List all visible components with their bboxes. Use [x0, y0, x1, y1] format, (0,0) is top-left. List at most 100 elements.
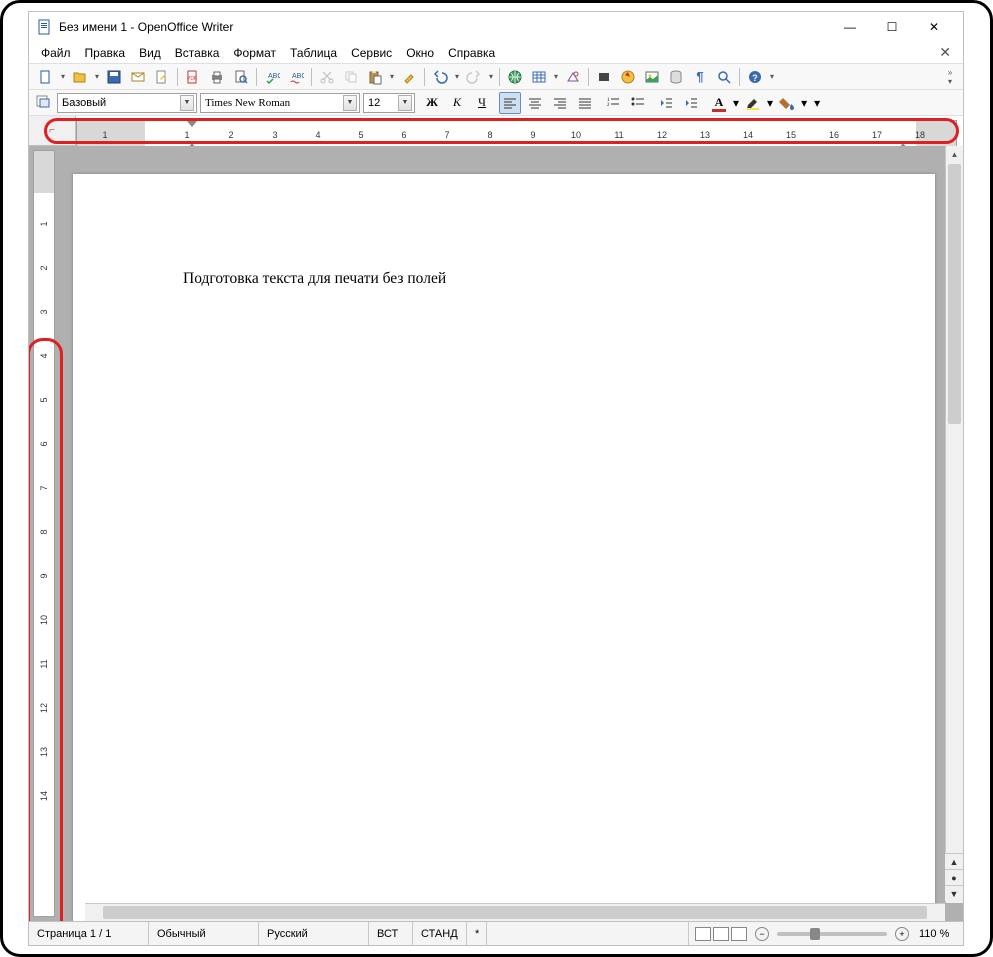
dropdown-icon: ▼ [343, 95, 357, 111]
paste-dropdown[interactable]: ▾ [388, 66, 396, 88]
menu-window[interactable]: Окно [400, 44, 440, 62]
datasource-button[interactable] [665, 66, 687, 88]
insert-mode-cell[interactable]: ВСТ [369, 922, 413, 945]
cut-button[interactable] [316, 66, 338, 88]
bold-button[interactable]: Ж [421, 92, 443, 114]
paste-button[interactable] [364, 66, 386, 88]
table-dropdown[interactable]: ▾ [552, 66, 560, 88]
font-color-button[interactable]: A [708, 92, 730, 114]
zoom-out-button[interactable]: − [755, 927, 769, 941]
numbered-list-button[interactable]: 12 [602, 92, 624, 114]
horizontal-scrollbar[interactable] [85, 903, 945, 921]
multi-page-view-button[interactable] [713, 927, 729, 941]
hyperlink-button[interactable] [504, 66, 526, 88]
toolbar-overflow[interactable]: ▾ [814, 96, 820, 110]
increase-indent-button[interactable] [680, 92, 702, 114]
highlight-dropdown[interactable]: ▾ [767, 96, 773, 110]
open-button[interactable] [69, 66, 91, 88]
toolbar-overflow[interactable]: »▾ [943, 68, 957, 86]
gallery-button[interactable] [641, 66, 663, 88]
print-button[interactable] [206, 66, 228, 88]
modified-cell[interactable]: * [467, 922, 487, 945]
vertical-ruler[interactable]: 1 2 3 4 5 6 7 8 9 10 11 12 13 14 [33, 150, 55, 917]
navigator-button[interactable] [617, 66, 639, 88]
spellcheck-button[interactable]: ABC [261, 66, 283, 88]
close-document-button[interactable]: ✕ [933, 42, 957, 63]
open-dropdown[interactable]: ▾ [93, 66, 101, 88]
page-style-cell[interactable]: Обычный [149, 922, 259, 945]
single-page-view-button[interactable] [695, 927, 711, 941]
status-spacer [487, 922, 689, 945]
help-button[interactable]: ? [744, 66, 766, 88]
selection-mode-cell[interactable]: СТАНД [413, 922, 467, 945]
minimize-button[interactable]: — [829, 13, 871, 41]
font-name-combo[interactable]: Times New Roman▼ [200, 93, 360, 113]
zoom-percent-cell[interactable]: 110 % [911, 922, 963, 945]
zoom-button[interactable] [713, 66, 735, 88]
tab-stop-selector[interactable]: ⌐ [29, 116, 76, 146]
scroll-up-button[interactable]: ▲ [946, 146, 963, 162]
underline-button[interactable]: Ч [471, 92, 493, 114]
paragraph-style-combo[interactable]: Базовый▼ [57, 93, 197, 113]
zoom-slider[interactable] [777, 932, 887, 936]
zoom-in-button[interactable]: + [895, 927, 909, 941]
table-button[interactable] [528, 66, 550, 88]
font-size-combo[interactable]: 12▼ [363, 93, 415, 113]
redo-button[interactable] [463, 66, 485, 88]
background-color-button[interactable] [776, 92, 798, 114]
menu-view[interactable]: Вид [133, 44, 167, 62]
redo-dropdown[interactable]: ▾ [487, 66, 495, 88]
next-page-button[interactable]: ▼ [945, 885, 963, 901]
help-dropdown[interactable]: ▾ [768, 66, 776, 88]
align-right-button[interactable] [549, 92, 571, 114]
auto-spellcheck-button[interactable]: ABC [285, 66, 307, 88]
nonprinting-button[interactable]: ¶ [689, 66, 711, 88]
email-button[interactable] [127, 66, 149, 88]
prev-page-button[interactable]: ▲ [945, 853, 963, 869]
document-page[interactable]: Подготовка текста для печати без полей [73, 174, 935, 921]
menu-tools[interactable]: Сервис [345, 44, 398, 62]
highlight-button[interactable] [742, 92, 764, 114]
font-color-dropdown[interactable]: ▾ [733, 96, 739, 110]
print-preview-button[interactable] [230, 66, 252, 88]
menu-insert[interactable]: Вставка [169, 44, 226, 62]
menu-format[interactable]: Формат [227, 44, 282, 62]
copy-button[interactable] [340, 66, 362, 88]
menu-help[interactable]: Справка [442, 44, 501, 62]
maximize-button[interactable]: ☐ [871, 13, 913, 41]
bullet-list-button[interactable] [627, 92, 649, 114]
align-left-button[interactable] [499, 92, 521, 114]
align-center-button[interactable] [524, 92, 546, 114]
vertical-scrollbar[interactable]: ▲ ▼ [945, 146, 963, 903]
export-pdf-button[interactable]: PDF [182, 66, 204, 88]
scroll-thumb[interactable] [948, 164, 961, 424]
find-button[interactable] [593, 66, 615, 88]
background-color-dropdown[interactable]: ▾ [801, 96, 807, 110]
undo-dropdown[interactable]: ▾ [453, 66, 461, 88]
new-doc-dropdown[interactable]: ▾ [59, 66, 67, 88]
styles-button[interactable] [35, 93, 51, 112]
language-cell[interactable]: Русский [259, 922, 369, 945]
undo-button[interactable] [429, 66, 451, 88]
menu-file[interactable]: Файл [35, 44, 77, 62]
close-button[interactable]: ✕ [913, 13, 955, 41]
first-line-indent-marker[interactable] [187, 121, 197, 127]
page-number-cell[interactable]: Страница 1 / 1 [29, 922, 149, 945]
edit-doc-button[interactable] [151, 66, 173, 88]
nav-select-button[interactable]: ● [945, 869, 963, 885]
book-view-button[interactable] [731, 927, 747, 941]
menu-table[interactable]: Таблица [284, 44, 343, 62]
top-margin-area[interactable] [34, 151, 54, 193]
decrease-indent-button[interactable] [655, 92, 677, 114]
save-button[interactable] [103, 66, 125, 88]
format-paintbrush-button[interactable] [398, 66, 420, 88]
zoom-slider-knob[interactable] [810, 928, 820, 940]
show-draw-button[interactable] [562, 66, 584, 88]
menu-edit[interactable]: Правка [79, 44, 132, 62]
italic-button[interactable]: К [446, 92, 468, 114]
separator [256, 68, 257, 86]
new-doc-button[interactable] [35, 66, 57, 88]
document-text[interactable]: Подготовка текста для печати без полей [183, 270, 853, 288]
scroll-thumb[interactable] [103, 906, 927, 919]
align-justify-button[interactable] [574, 92, 596, 114]
